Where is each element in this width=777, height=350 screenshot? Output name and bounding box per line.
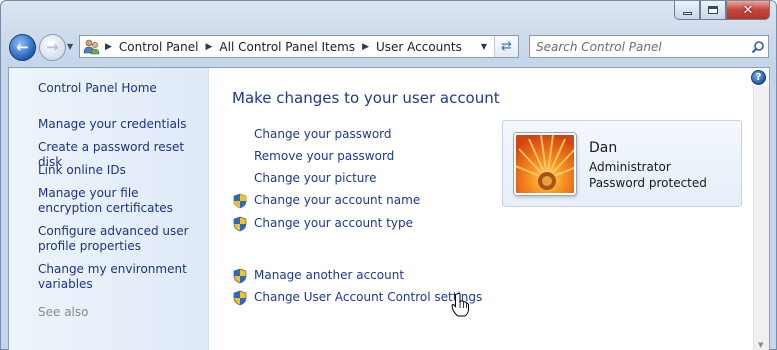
task-change-account-type[interactable]: Change your account type (254, 216, 413, 230)
task-remove-password[interactable]: Remove your password (254, 149, 394, 163)
uac-shield-icon (233, 193, 247, 209)
flower-picture-icon (516, 135, 574, 193)
avatar[interactable] (514, 133, 576, 195)
refresh-icon: ⇄ (501, 39, 512, 54)
recent-pages-button[interactable]: ▼ (67, 42, 77, 52)
content-area: Control Panel Home Manage your credentia… (8, 67, 770, 350)
user-accounts-icon (83, 38, 101, 56)
maximize-button[interactable] (700, 1, 726, 20)
uac-shield-icon (233, 268, 247, 284)
account-status: Password protected (589, 176, 707, 190)
uac-shield-icon (233, 290, 247, 306)
user-accounts-window: ✕ ← → ▼ ▶ Control Panel ▶ All Control Pa… (0, 0, 777, 350)
address-dropdown-button[interactable]: ▼ (476, 36, 492, 57)
close-icon: ✕ (742, 2, 754, 18)
breadcrumb-all-items[interactable]: All Control Panel Items (219, 40, 355, 54)
back-arrow-icon: ← (16, 38, 29, 56)
breadcrumb-separator[interactable]: ▶ (362, 42, 369, 52)
sidebar-manage-credentials[interactable]: Manage your credentials (38, 117, 203, 132)
navigation-bar: ← → ▼ ▶ Control Panel ▶ All Control Pane… (1, 27, 776, 63)
search-input[interactable] (530, 39, 748, 54)
forward-arrow-icon: → (46, 38, 59, 56)
search-icon[interactable] (748, 40, 768, 54)
close-button[interactable]: ✕ (726, 1, 770, 20)
sidebar-environment-variables[interactable]: Change my environment variables (38, 262, 203, 292)
search-box[interactable] (529, 35, 769, 58)
breadcrumb-separator[interactable]: ▶ (105, 42, 112, 52)
refresh-button[interactable]: ⇄ (494, 36, 518, 57)
task-change-account-name[interactable]: Change your account name (254, 193, 420, 207)
account-name: Dan (589, 140, 618, 156)
main-panel: Make changes to your user account Change… (209, 68, 753, 350)
task-change-uac-settings[interactable]: Change User Account Control settings (254, 290, 482, 304)
task-change-password[interactable]: Change your password (254, 127, 392, 141)
account-role: Administrator (589, 160, 671, 174)
help-button[interactable]: ? (751, 70, 766, 85)
address-bar[interactable]: ▶ Control Panel ▶ All Control Panel Item… (79, 35, 519, 58)
task-manage-another-account[interactable]: Manage another account (254, 268, 404, 282)
back-button[interactable]: ← (9, 34, 36, 61)
breadcrumb-user-accounts[interactable]: User Accounts (376, 40, 462, 54)
help-icon: ? (755, 72, 762, 83)
sidebar-file-encryption[interactable]: Manage your file encryption certificates (38, 186, 203, 216)
scroll-down-arrow-icon[interactable]: ▼ (758, 341, 765, 349)
sidebar-advanced-profile[interactable]: Configure advanced user profile properti… (38, 224, 203, 254)
sidebar-see-also-heading: See also (38, 305, 89, 319)
page-title: Make changes to your user account (232, 89, 500, 107)
sidebar-link-online-ids[interactable]: Link online IDs (38, 163, 203, 178)
vertical-scrollbar[interactable]: ▼ (753, 86, 769, 350)
forward-button[interactable]: → (39, 34, 66, 61)
account-card: Dan Administrator Password protected (502, 120, 742, 207)
sidebar-control-panel-home[interactable]: Control Panel Home (38, 81, 203, 96)
breadcrumb-control-panel[interactable]: Control Panel (119, 40, 199, 54)
task-change-picture[interactable]: Change your picture (254, 171, 376, 185)
minimize-button[interactable] (674, 1, 700, 20)
hand-pointer-cursor-icon (451, 293, 469, 317)
minimize-icon (682, 11, 692, 15)
caption-buttons: ✕ (674, 1, 770, 21)
sidebar: Control Panel Home Manage your credentia… (9, 68, 209, 350)
breadcrumb-separator[interactable]: ▶ (206, 42, 213, 52)
maximize-icon (708, 6, 718, 14)
uac-shield-icon (233, 216, 247, 232)
